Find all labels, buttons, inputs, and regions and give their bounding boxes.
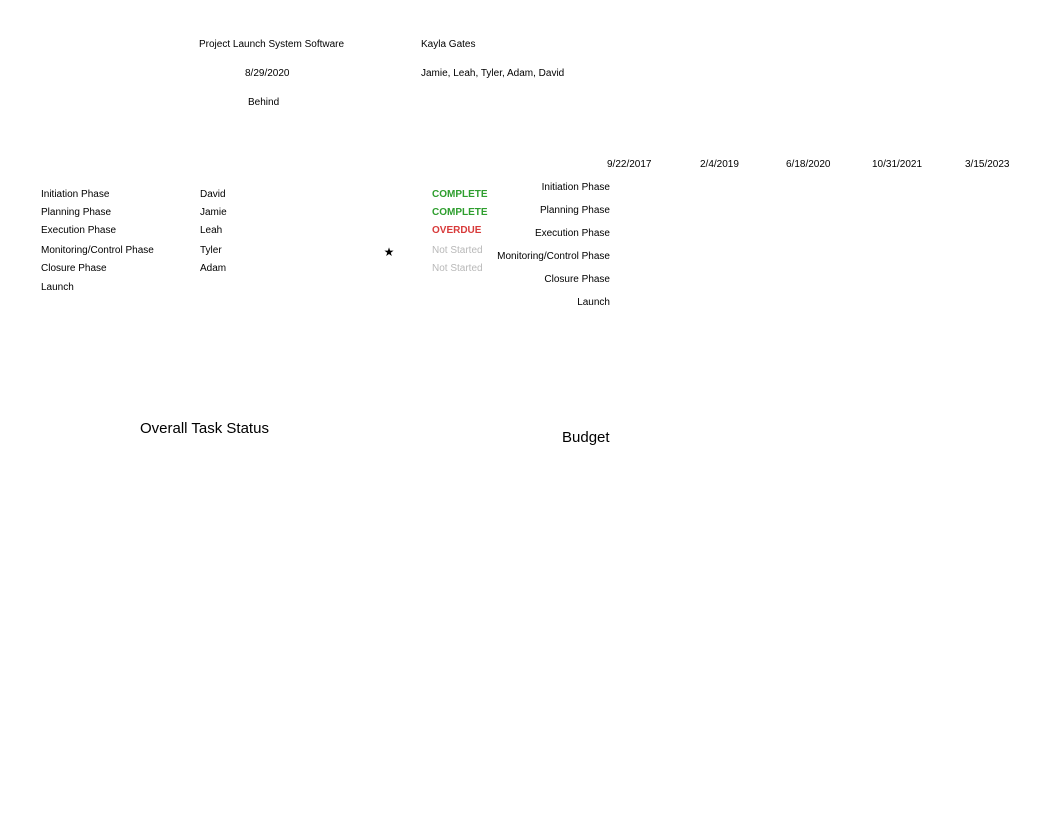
timeline-date: 6/18/2020 bbox=[786, 159, 831, 170]
timeline-date: 10/31/2021 bbox=[872, 159, 922, 170]
timeline-row-label: Closure Phase bbox=[470, 274, 610, 285]
phase-label: Execution Phase bbox=[41, 225, 191, 236]
phase-label: Launch bbox=[41, 282, 191, 293]
owner-label: David bbox=[200, 189, 300, 200]
phase-label: Initiation Phase bbox=[41, 189, 191, 200]
chart-title-budget: Budget bbox=[562, 429, 610, 446]
status-label: Not Started bbox=[432, 263, 532, 274]
phase-label: Monitoring/Control Phase bbox=[41, 245, 191, 256]
overall-status: Behind bbox=[248, 97, 279, 108]
chart-title-overall: Overall Task Status bbox=[140, 420, 269, 437]
timeline-row-label: Launch bbox=[470, 297, 610, 308]
owner-label: Jamie bbox=[200, 207, 300, 218]
owner-label: Leah bbox=[200, 225, 300, 236]
phase-label: Closure Phase bbox=[41, 263, 191, 274]
timeline-row-label: Execution Phase bbox=[470, 228, 610, 239]
task-row: Execution Phase Leah OVERDUE bbox=[0, 225, 520, 243]
timeline-date: 2/4/2019 bbox=[700, 159, 739, 170]
task-row: Planning Phase Jamie COMPLETE bbox=[0, 207, 520, 225]
timeline-row-label: Initiation Phase bbox=[470, 182, 610, 193]
phase-label: Planning Phase bbox=[41, 207, 191, 218]
timeline-row-label: Planning Phase bbox=[470, 205, 610, 216]
risk-icon: ★ bbox=[379, 245, 399, 259]
timeline-date: 9/22/2017 bbox=[607, 159, 652, 170]
owner-label: Adam bbox=[200, 263, 300, 274]
project-name: Project Launch System Software bbox=[199, 39, 344, 50]
task-row: Monitoring/Control Phase Tyler ★ Not Sta… bbox=[0, 245, 520, 263]
task-row: Closure Phase Adam Not Started bbox=[0, 263, 520, 281]
task-row: Launch bbox=[0, 282, 520, 300]
timeline-date: 3/15/2023 bbox=[965, 159, 1010, 170]
project-date: 8/29/2020 bbox=[245, 68, 290, 79]
lead-name: Kayla Gates bbox=[421, 39, 475, 50]
timeline-row-label: Monitoring/Control Phase bbox=[470, 251, 610, 262]
team-list: Jamie, Leah, Tyler, Adam, David bbox=[421, 68, 564, 79]
task-row: Initiation Phase David COMPLETE bbox=[0, 189, 520, 207]
owner-label: Tyler bbox=[200, 245, 300, 256]
